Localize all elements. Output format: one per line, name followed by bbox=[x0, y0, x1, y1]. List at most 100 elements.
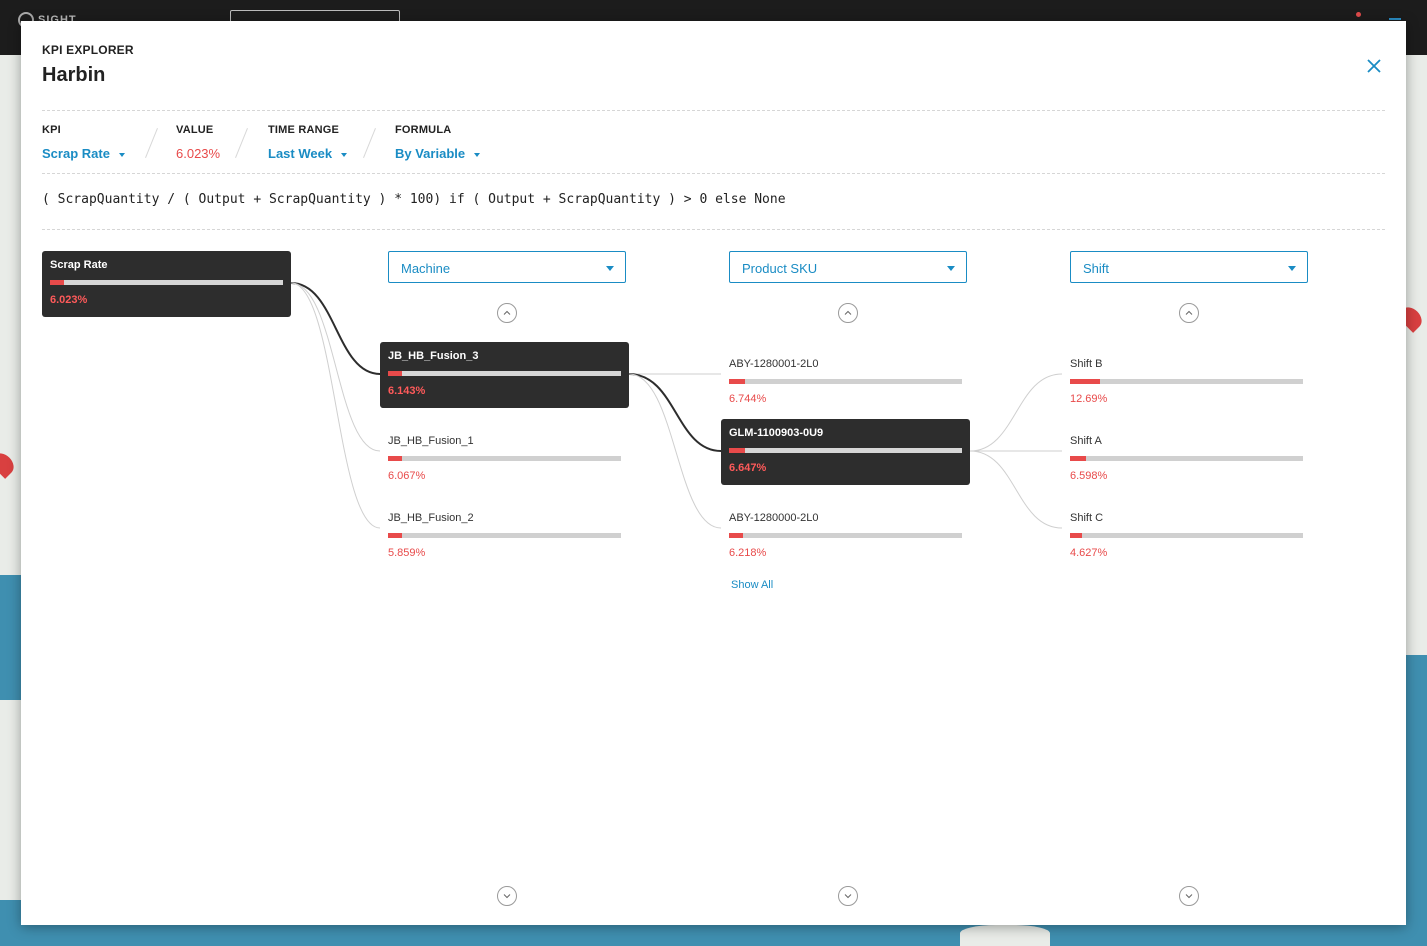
node-value: 6.218% bbox=[729, 547, 767, 559]
node-bar bbox=[729, 379, 962, 384]
node-value: 5.859% bbox=[388, 547, 426, 559]
list-item[interactable]: Shift A 6.598% bbox=[1070, 435, 1303, 485]
node-value: 6.023% bbox=[50, 294, 88, 306]
scroll-up-button[interactable] bbox=[838, 303, 858, 323]
node-value: 6.744% bbox=[729, 393, 767, 405]
kpi-explorer-modal: KPI EXPLORER Harbin KPI Scrap Rate VALUE… bbox=[21, 21, 1406, 925]
close-button[interactable] bbox=[1364, 56, 1384, 76]
scroll-down-button[interactable] bbox=[838, 886, 858, 906]
list-item[interactable]: GLM-1100903-0U9 6.647% bbox=[721, 419, 970, 485]
divider bbox=[42, 229, 1385, 230]
list-item[interactable]: JB_HB_Fusion_1 6.067% bbox=[388, 435, 621, 485]
node-name: JB_HB_Fusion_3 bbox=[388, 350, 479, 362]
caret-down-icon bbox=[947, 266, 955, 271]
node-bar bbox=[50, 280, 283, 285]
node-name: JB_HB_Fusion_1 bbox=[388, 435, 474, 447]
node-name: JB_HB_Fusion_2 bbox=[388, 512, 474, 524]
node-bar-fill bbox=[388, 533, 402, 538]
node-value: 6.143% bbox=[388, 385, 426, 397]
scroll-down-button[interactable] bbox=[497, 886, 517, 906]
link bbox=[969, 373, 1063, 452]
link bbox=[290, 282, 381, 529]
node-value: 12.69% bbox=[1070, 393, 1108, 405]
map-land bbox=[960, 925, 1050, 946]
node-name: ABY-1280000-2L0 bbox=[729, 512, 819, 524]
kpi-value: 6.023% bbox=[176, 146, 221, 161]
time-range-control: TIME RANGE Last Week bbox=[268, 124, 348, 161]
separator bbox=[145, 127, 158, 159]
map-land bbox=[1406, 55, 1427, 655]
node-bar bbox=[729, 448, 962, 453]
dimension-select-product-sku[interactable]: Product SKU bbox=[729, 251, 967, 283]
node-name: Shift C bbox=[1070, 512, 1104, 524]
node-bar bbox=[388, 456, 621, 461]
divider bbox=[42, 110, 1385, 111]
node-bar-fill bbox=[1070, 456, 1087, 461]
node-bar-fill bbox=[388, 456, 402, 461]
list-item[interactable]: ABY-1280001-2L0 6.744% bbox=[729, 358, 962, 408]
kpi-control: KPI Scrap Rate bbox=[42, 124, 125, 161]
node-bar-fill bbox=[729, 379, 746, 384]
background-indicator bbox=[1389, 18, 1401, 20]
chevron-up-icon bbox=[1185, 310, 1193, 315]
root-node[interactable]: Scrap Rate 6.023% bbox=[42, 251, 291, 317]
node-bar bbox=[388, 371, 621, 376]
caret-down-icon bbox=[118, 152, 125, 157]
dimension-select-shift[interactable]: Shift bbox=[1070, 251, 1308, 283]
dimension-select-label: Shift bbox=[1083, 261, 1110, 276]
map-land bbox=[0, 55, 21, 575]
node-bar bbox=[1070, 379, 1303, 384]
show-all-link[interactable]: Show All bbox=[731, 579, 773, 591]
node-value: 4.627% bbox=[1070, 547, 1108, 559]
chevron-up-icon bbox=[844, 310, 852, 315]
value-label: VALUE bbox=[176, 124, 214, 136]
list-item[interactable]: JB_HB_Fusion_3 6.143% bbox=[380, 342, 629, 408]
scroll-down-button[interactable] bbox=[1179, 886, 1199, 906]
map-land bbox=[0, 700, 21, 900]
close-icon bbox=[1367, 59, 1381, 73]
node-value: 6.647% bbox=[729, 462, 767, 474]
chevron-down-icon bbox=[844, 894, 852, 899]
link bbox=[290, 282, 381, 452]
link bbox=[969, 450, 1063, 529]
scroll-up-button[interactable] bbox=[497, 303, 517, 323]
modal-eyebrow: KPI EXPLORER bbox=[42, 43, 134, 57]
node-value: 6.067% bbox=[388, 470, 426, 482]
node-name: Scrap Rate bbox=[50, 259, 108, 271]
node-value: 6.598% bbox=[1070, 470, 1108, 482]
separator bbox=[363, 127, 376, 159]
divider bbox=[42, 173, 1385, 174]
kpi-select[interactable]: Scrap Rate bbox=[42, 146, 125, 161]
node-name: ABY-1280001-2L0 bbox=[729, 358, 819, 370]
chevron-down-icon bbox=[503, 894, 511, 899]
time-range-select[interactable]: Last Week bbox=[268, 146, 348, 161]
chevron-down-icon bbox=[1185, 894, 1193, 899]
time-range-label: TIME RANGE bbox=[268, 124, 340, 136]
node-name: GLM-1100903-0U9 bbox=[729, 427, 824, 439]
node-bar bbox=[388, 533, 621, 538]
node-name: Shift A bbox=[1070, 435, 1102, 447]
node-bar bbox=[1070, 456, 1303, 461]
kpi-label: KPI bbox=[42, 124, 61, 136]
caret-down-icon bbox=[1288, 266, 1296, 271]
dimension-select-label: Machine bbox=[401, 261, 451, 276]
node-bar-fill bbox=[50, 280, 64, 285]
formula-select[interactable]: By Variable bbox=[395, 146, 481, 161]
scroll-up-button[interactable] bbox=[1179, 303, 1199, 323]
caret-down-icon bbox=[341, 152, 348, 157]
node-bar-fill bbox=[388, 371, 402, 376]
caret-down-icon bbox=[474, 152, 481, 157]
list-item[interactable]: Shift C 4.627% bbox=[1070, 512, 1303, 562]
dimension-select-machine[interactable]: Machine bbox=[388, 251, 626, 283]
link bbox=[290, 282, 381, 375]
formula-label: FORMULA bbox=[395, 124, 452, 136]
formula-control: FORMULA By Variable bbox=[395, 124, 481, 161]
page-title: Harbin bbox=[42, 64, 106, 86]
node-bar bbox=[1070, 533, 1303, 538]
list-item[interactable]: ABY-1280000-2L0 6.218% bbox=[729, 512, 962, 562]
list-item[interactable]: JB_HB_Fusion_2 5.859% bbox=[388, 512, 621, 562]
node-bar-fill bbox=[1070, 379, 1101, 384]
list-item[interactable]: Shift B 12.69% bbox=[1070, 358, 1303, 408]
separator bbox=[235, 127, 248, 159]
link bbox=[628, 373, 722, 529]
